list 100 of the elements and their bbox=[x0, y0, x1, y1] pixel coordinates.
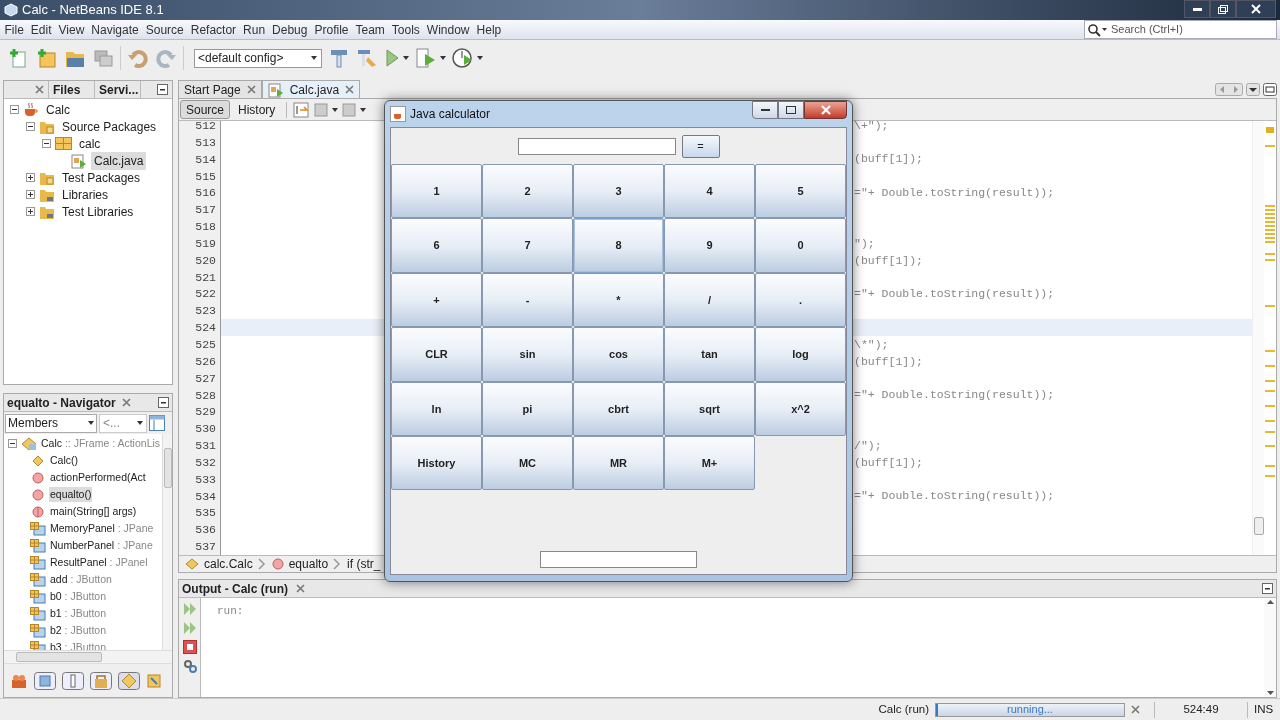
hammer-broom-icon[interactable] bbox=[356, 47, 378, 69]
vertical-scrollbar[interactable] bbox=[1252, 121, 1264, 555]
caret-icon[interactable] bbox=[88, 421, 94, 425]
calculator-key[interactable]: 1 bbox=[391, 164, 482, 219]
close-tab-icon[interactable] bbox=[121, 398, 131, 407]
stop-icon[interactable] bbox=[182, 640, 197, 654]
calculator-key[interactable]: / bbox=[664, 272, 755, 328]
breadcrumb-item[interactable]: calc.Calc bbox=[204, 555, 253, 573]
hammer-icon[interactable] bbox=[328, 47, 350, 69]
breadcrumb-item[interactable]: if (str_ bbox=[347, 555, 381, 573]
collapse-icon[interactable] bbox=[10, 105, 19, 114]
calculator-key[interactable]: MR bbox=[573, 435, 664, 491]
tree-item[interactable]: Libraries bbox=[59, 185, 112, 204]
menu-item[interactable]: Team bbox=[352, 20, 389, 39]
calculator-key[interactable]: . bbox=[755, 272, 846, 328]
member-item[interactable]: b2 : JButton bbox=[49, 622, 108, 639]
caret-icon[interactable] bbox=[332, 107, 339, 112]
vertical-scrollbar[interactable] bbox=[1264, 598, 1276, 697]
layout-icon[interactable] bbox=[149, 415, 165, 431]
new-project-icon[interactable] bbox=[36, 47, 58, 69]
tree-item[interactable]: Test Packages bbox=[59, 168, 144, 187]
equals-button[interactable]: = bbox=[681, 134, 720, 158]
tree-item[interactable]: Calc bbox=[43, 100, 73, 119]
calculator-key[interactable]: - bbox=[482, 272, 573, 328]
member-item[interactable]: equalto() bbox=[49, 486, 93, 503]
bar-icon[interactable] bbox=[62, 671, 84, 690]
expand-icon[interactable] bbox=[26, 173, 35, 182]
close-tab-icon[interactable] bbox=[345, 85, 355, 94]
expand-icon[interactable] bbox=[26, 190, 35, 199]
calculator-key[interactable]: tan bbox=[664, 327, 755, 382]
menu-item[interactable]: Debug bbox=[268, 20, 311, 39]
memory-field[interactable] bbox=[540, 551, 697, 568]
calculator-key[interactable]: cos bbox=[573, 327, 664, 382]
gauge-icon[interactable] bbox=[452, 47, 474, 69]
caret-icon[interactable] bbox=[311, 56, 317, 60]
class-icon[interactable] bbox=[118, 671, 140, 690]
collapse-icon[interactable] bbox=[8, 439, 17, 448]
calculator-key[interactable]: 2 bbox=[482, 164, 573, 219]
vertical-scrollbar[interactable] bbox=[162, 434, 172, 650]
minimize-button[interactable] bbox=[752, 101, 778, 119]
calculator-key[interactable]: 8 bbox=[573, 218, 664, 273]
menu-item[interactable]: View bbox=[55, 20, 88, 39]
menu-item[interactable]: Profile bbox=[311, 20, 352, 39]
close-tab-icon[interactable] bbox=[35, 85, 44, 94]
calculator-key[interactable]: 3 bbox=[573, 164, 664, 219]
menu-item[interactable]: Help bbox=[473, 20, 505, 39]
tree-item[interactable]: Test Libraries bbox=[59, 202, 137, 221]
cancel-icon[interactable] bbox=[1131, 705, 1140, 714]
breadcrumb-item[interactable]: equalto bbox=[288, 555, 329, 573]
caret-icon[interactable] bbox=[477, 56, 483, 60]
collapse-icon[interactable] bbox=[42, 139, 51, 148]
calculator-key[interactable]: x^2 bbox=[755, 381, 846, 436]
caret-icon[interactable] bbox=[360, 107, 367, 112]
calculator-key[interactable]: cbrt bbox=[573, 381, 664, 436]
calculator-key[interactable]: CLR bbox=[391, 327, 482, 382]
member-item[interactable]: Calc() bbox=[49, 452, 79, 469]
member-item[interactable]: ResultPanel : JPanel bbox=[49, 554, 149, 571]
maximize-button[interactable] bbox=[778, 101, 804, 119]
horizontal-scrollbar[interactable] bbox=[4, 650, 172, 664]
menu-item[interactable]: File bbox=[1, 20, 28, 39]
minimize-icon[interactable] bbox=[158, 397, 169, 408]
restore-button[interactable] bbox=[1210, 0, 1236, 18]
member-item[interactable]: b1 : JButton bbox=[49, 605, 108, 622]
expand-icon[interactable] bbox=[26, 207, 35, 216]
minimize-icon[interactable] bbox=[157, 84, 168, 95]
calculator-key[interactable]: History bbox=[391, 435, 482, 491]
close-tab-icon[interactable] bbox=[296, 584, 305, 593]
arrow-down-icon[interactable] bbox=[1266, 691, 1274, 695]
close-tab-icon[interactable] bbox=[246, 85, 256, 94]
menu-item[interactable]: Navigate bbox=[87, 20, 143, 39]
calculator-key[interactable]: 9 bbox=[664, 218, 755, 273]
tree-item[interactable]: calc bbox=[76, 134, 104, 153]
calculator-key[interactable]: ln bbox=[391, 381, 482, 436]
calculator-key[interactable]: * bbox=[573, 272, 664, 328]
tree-item[interactable]: Calc :: JFrame : ActionLis bbox=[41, 435, 161, 452]
member-item[interactable]: NumberPanel : JPane bbox=[49, 537, 154, 554]
close-button[interactable] bbox=[1236, 0, 1276, 18]
panel-tab[interactable]: Servi... bbox=[95, 81, 141, 98]
minimize-button[interactable] bbox=[1184, 0, 1210, 18]
menu-item[interactable]: Tools bbox=[388, 20, 424, 39]
calculator-key[interactable]: 0 bbox=[755, 218, 846, 273]
tab-list-icon[interactable] bbox=[1246, 83, 1260, 96]
calculator-key[interactable]: 4 bbox=[664, 164, 755, 219]
view-toggle[interactable]: Source bbox=[180, 100, 231, 119]
caret-icon[interactable] bbox=[137, 421, 143, 425]
display-field[interactable] bbox=[517, 137, 676, 155]
minimize-icon[interactable] bbox=[1262, 583, 1273, 594]
menu-item[interactable]: Refactor bbox=[187, 20, 240, 39]
search-field[interactable]: Search (Ctrl+I) bbox=[1084, 20, 1277, 39]
calculator-key[interactable]: log bbox=[755, 327, 846, 382]
members-dropdown[interactable]: Members bbox=[5, 413, 97, 433]
calculator-key[interactable]: MC bbox=[482, 435, 573, 491]
calculator-key[interactable]: sin bbox=[482, 327, 573, 382]
member-item[interactable]: actionPerformed(Act bbox=[49, 469, 147, 486]
tree-item[interactable]: Calc.java bbox=[91, 151, 147, 170]
close-button[interactable] bbox=[804, 101, 847, 119]
config-dropdown[interactable]: <default config> bbox=[194, 48, 322, 68]
arrow-up-icon[interactable] bbox=[1266, 600, 1274, 604]
calculator-key[interactable]: + bbox=[391, 272, 482, 328]
calculator-key[interactable]: 6 bbox=[391, 218, 482, 273]
